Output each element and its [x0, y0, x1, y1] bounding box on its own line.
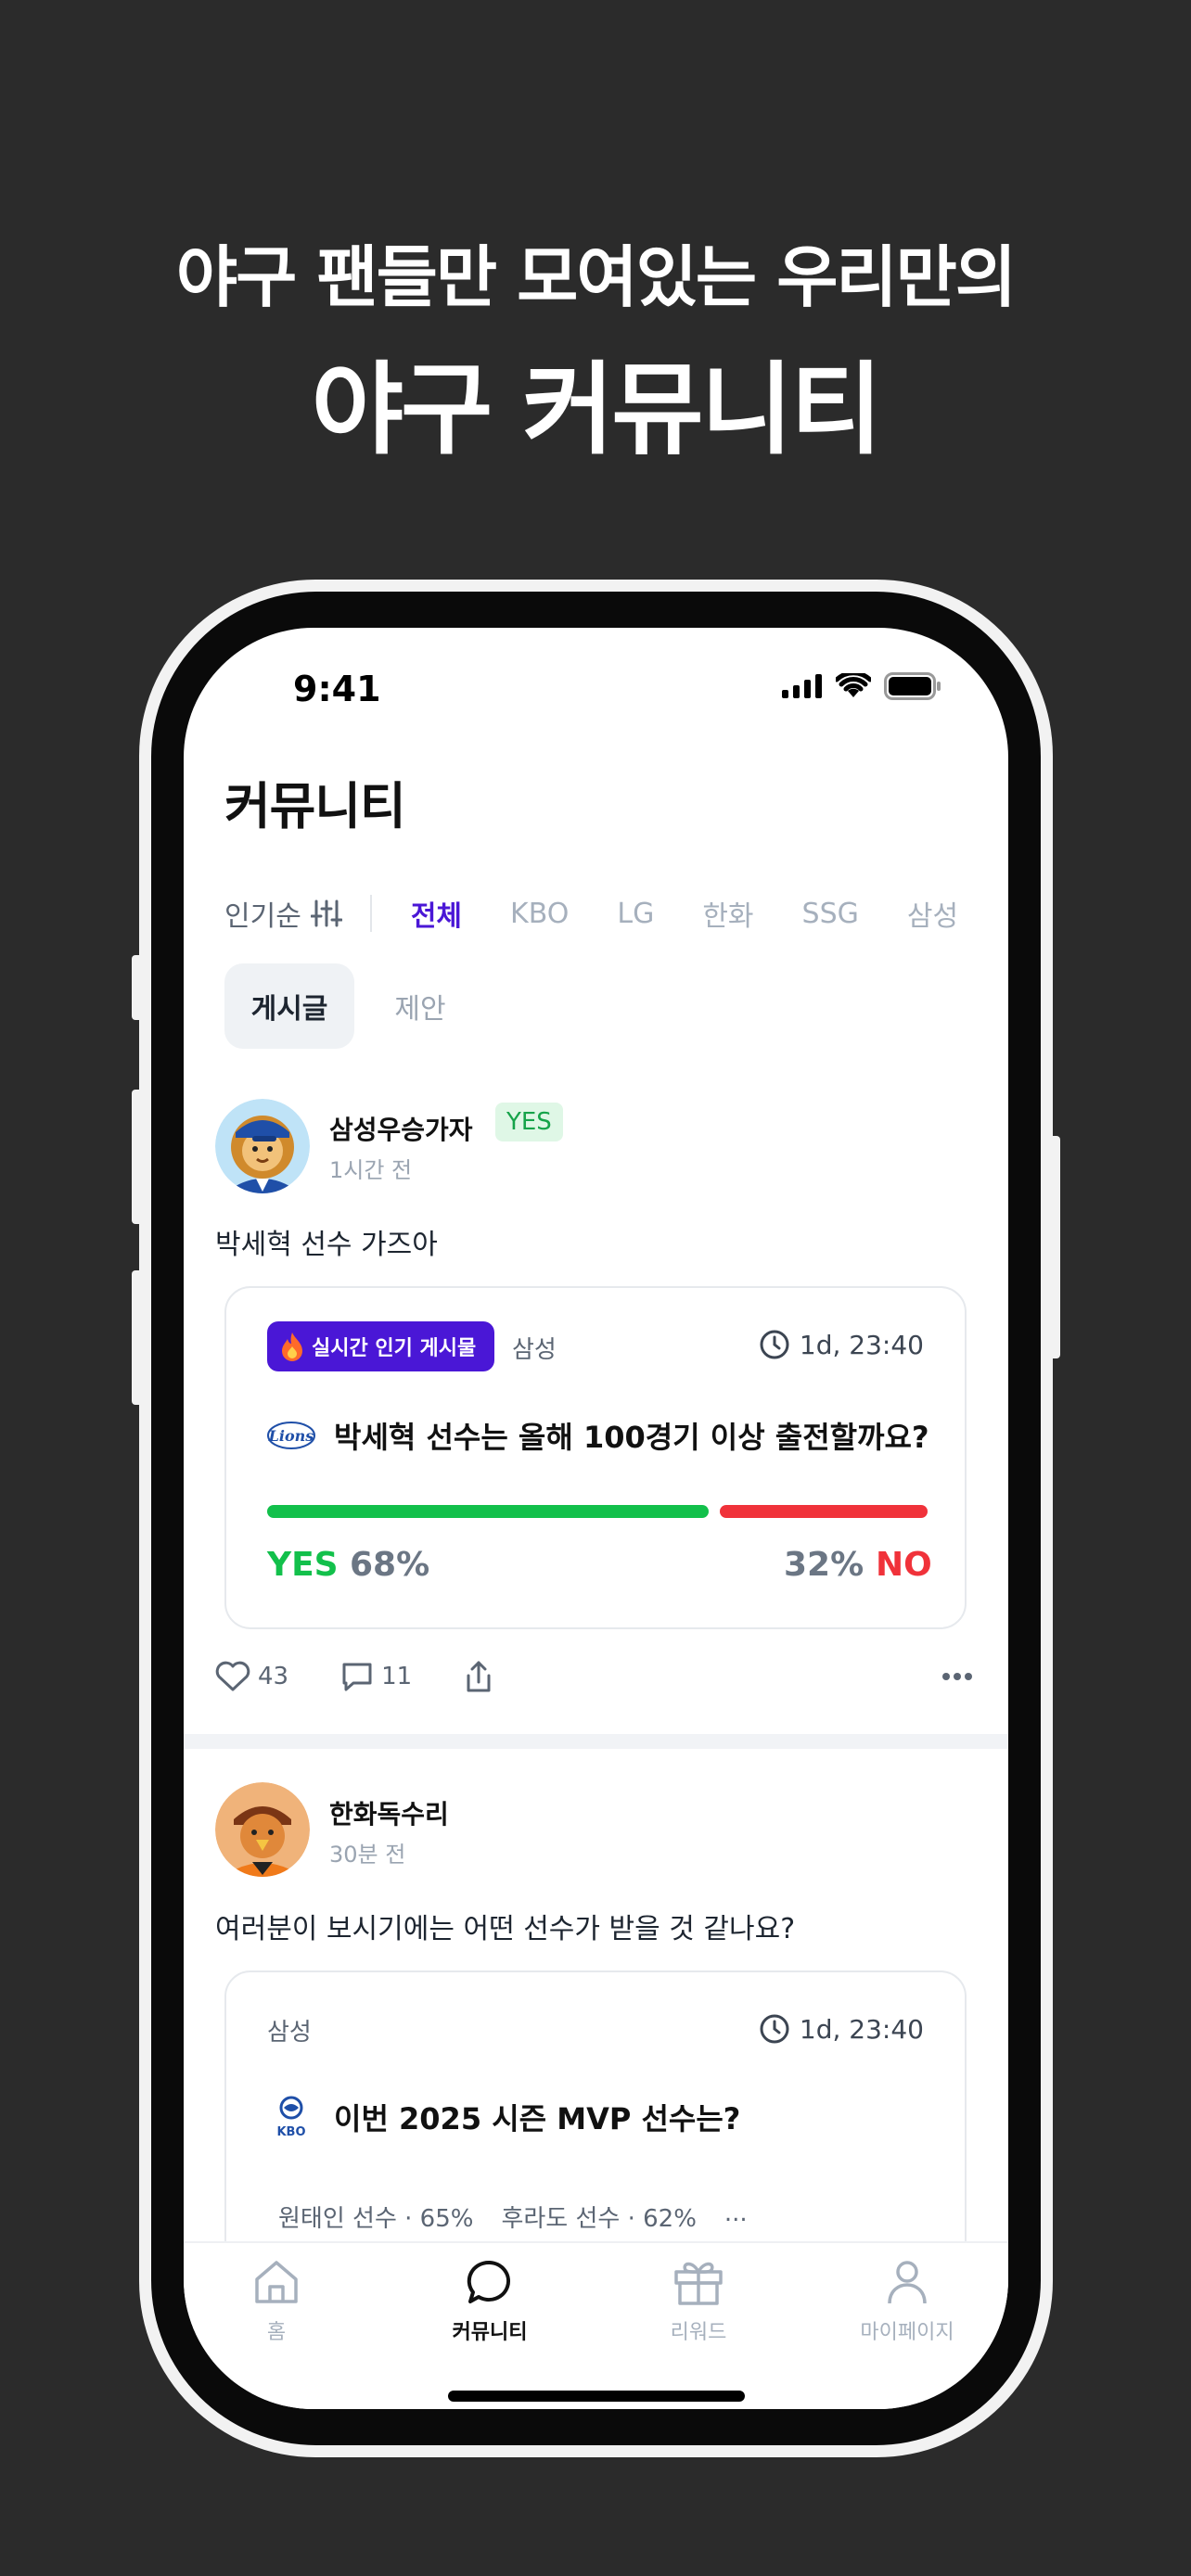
kbo-logo-icon: KBO — [276, 2096, 306, 2139]
post-text[interactable]: 박세혁 선수 가즈아 — [215, 1221, 438, 1262]
tab-rewards[interactable]: 리워드 — [624, 2252, 773, 2345]
poll-options: 원태인 선수 · 65% 후라도 선수 · 62% ... — [278, 2200, 748, 2234]
yes-percent: 68% — [350, 1546, 430, 1584]
headline-line-2: 야구 커뮤니티 — [311, 352, 883, 468]
post-username-2[interactable]: 한화독수리 — [329, 1794, 449, 1831]
post-actions: 43 11 — [215, 1660, 545, 1693]
lions-logo-icon: Lions — [267, 1422, 315, 1449]
signal-icon — [782, 674, 822, 698]
team-tab-kbo[interactable]: KBO — [510, 898, 569, 930]
yes-bar — [267, 1505, 709, 1518]
tab-community[interactable]: 커뮤니티 — [416, 2252, 564, 2345]
like-button[interactable]: 43 — [215, 1661, 288, 1692]
sort-button[interactable]: 인기순 — [224, 893, 342, 934]
phone-mute-switch — [132, 955, 143, 1020]
poll-question-2: KBO 이번 2025 시즌 MVP 선수는? — [267, 2095, 740, 2139]
vote-badge-yes: YES — [495, 1103, 563, 1141]
team-tab-all[interactable]: 전체 — [411, 893, 462, 934]
share-icon — [467, 1661, 491, 1692]
phone-volume-down — [132, 1270, 143, 1405]
poll-option[interactable]: 후라도 선수 · 62% — [501, 2200, 696, 2234]
kbo-logo-text: KBO — [276, 2125, 305, 2139]
card-team: 삼성 — [512, 1336, 557, 1364]
timer-text: 1d, 23:40 — [799, 1329, 924, 1360]
page-title: 커뮤니티 — [224, 777, 406, 835]
team-tab-hanwha[interactable]: 한화 — [702, 893, 753, 934]
avatar-lion[interactable] — [215, 1099, 310, 1193]
poll-option[interactable]: 원태인 선수 · 65% — [278, 2200, 473, 2234]
like-count: 43 — [258, 1663, 289, 1690]
clock-icon — [760, 2014, 789, 2044]
lion-avatar-image — [215, 1099, 310, 1193]
chat-bubble-icon — [467, 2260, 511, 2303]
no-label[interactable]: NO — [876, 1546, 932, 1584]
post-time-2: 30분 전 — [329, 1842, 406, 1868]
tab-mypage[interactable]: 마이페이지 — [833, 2252, 981, 2345]
card-team-2: 삼성 — [267, 2019, 312, 2047]
tab-home-label: 홈 — [266, 2321, 287, 2344]
phone-power-button — [1049, 1136, 1060, 1358]
card-timer: 1d, 23:40 — [759, 1329, 924, 1360]
sliders-icon — [310, 899, 342, 927]
no-percent: 32% — [784, 1546, 864, 1584]
gift-icon — [674, 2262, 723, 2305]
eagle-avatar-image — [215, 1782, 310, 1877]
phone-volume-up — [132, 1090, 143, 1224]
poll-question-text-2: 이번 2025 시즌 MVP 선수는? — [334, 2101, 741, 2136]
poll-question: Lions 박세혁 선수는 올해 100경기 이상 출전할까요? — [267, 1414, 929, 1457]
comment-icon — [342, 1663, 372, 1691]
tab-home[interactable]: 홈 — [202, 2252, 351, 2345]
timer-text-2: 1d, 23:40 — [799, 2013, 924, 2045]
wifi-icon — [836, 673, 871, 697]
hot-badge-label: 실시간 인기 게시물 — [312, 1337, 477, 1360]
tab-rewards-label: 리워드 — [670, 2321, 727, 2344]
fire-icon — [282, 1333, 302, 1361]
post-username[interactable]: 삼성우승가자 — [329, 1110, 473, 1147]
no-bar — [720, 1505, 928, 1518]
clock-icon — [760, 1330, 789, 1359]
sort-label: 인기순 — [224, 900, 301, 933]
yes-label[interactable]: YES — [267, 1546, 339, 1584]
status-icons — [782, 672, 941, 700]
phone-screen: 9:41 커뮤니티 인기순 전체 KBO LG 한화 SSG 삼성 게시글 제안… — [184, 628, 1008, 2409]
headline-line-1: 야구 팬들만 모여있는 우리만의 — [175, 238, 1017, 316]
comment-count: 11 — [381, 1663, 413, 1690]
team-tab-ssg[interactable]: SSG — [802, 898, 859, 930]
filter-row: 인기순 전체 KBO LG 한화 SSG 삼성 — [224, 886, 1008, 941]
filter-divider — [369, 895, 372, 932]
bottom-tab-bar: 홈 커뮤니티 리워드 마이페이지 — [184, 2241, 1008, 2409]
home-icon — [255, 2261, 298, 2303]
avatar-eagle[interactable] — [215, 1782, 310, 1877]
section-divider — [184, 1734, 1008, 1749]
post-time: 1시간 전 — [329, 1157, 413, 1183]
team-tab-lg[interactable]: LG — [617, 898, 654, 930]
lions-logo-text: Lions — [268, 1427, 314, 1445]
poll-card[interactable]: 실시간 인기 게시물 삼성 1d, 23:40 Lions 박세혁 선수는 올해… — [224, 1286, 967, 1629]
segment-suggestions[interactable]: 제안 — [369, 963, 471, 1049]
card-timer-2: 1d, 23:40 — [759, 2013, 924, 2045]
battery-icon — [884, 672, 941, 700]
status-time: 9:41 — [293, 669, 381, 709]
comment-button[interactable]: 11 — [340, 1661, 412, 1692]
home-indicator — [448, 2391, 745, 2402]
user-icon — [888, 2261, 927, 2304]
heart-icon — [215, 1661, 250, 1691]
more-icon[interactable] — [941, 1672, 973, 1681]
poll-option-more[interactable]: ... — [724, 2200, 748, 2234]
share-button[interactable] — [464, 1660, 493, 1693]
segment-posts[interactable]: 게시글 — [224, 963, 354, 1049]
team-tab-samsung[interactable]: 삼성 — [907, 893, 958, 934]
hot-post-badge: 실시간 인기 게시물 — [267, 1321, 495, 1371]
tab-community-label: 커뮤니티 — [452, 2321, 528, 2344]
post-text-2[interactable]: 여러분이 보시기에는 어떤 선수가 받을 것 같나요? — [215, 1906, 795, 1946]
tab-mypage-label: 마이페이지 — [860, 2321, 954, 2344]
poll-question-text: 박세혁 선수는 올해 100경기 이상 출전할까요? — [334, 1420, 929, 1455]
